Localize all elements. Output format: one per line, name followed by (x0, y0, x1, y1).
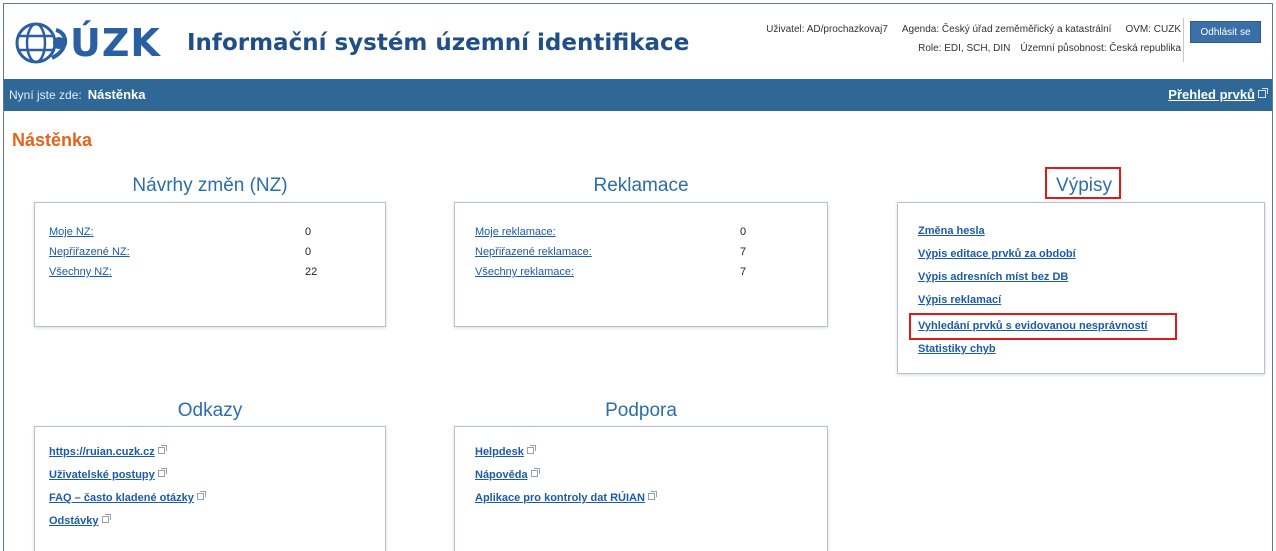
link-edit-report[interactable]: Výpis editace prvků za období (918, 248, 1076, 260)
globe-logo-icon (15, 22, 68, 64)
reklamace-value-mine: 0 (740, 226, 747, 238)
nz-row-mine[interactable]: Moje NZ: (49, 226, 94, 238)
link-error-statistics[interactable]: Statistiky chyb (918, 343, 996, 355)
user-name: Uživatel: AD/prochazkovaj7 (766, 24, 888, 35)
logo-text: ÚZK (70, 21, 161, 65)
app-title: Informační systém územní identifikace (187, 30, 690, 56)
breadcrumb-current: Nástěnka (87, 87, 146, 102)
link-ruian-web[interactable]: https://ruian.cuzk.cz (49, 445, 167, 458)
breadcrumb: Nyní jste zde: Nástěnka (9, 79, 146, 111)
link-helpdesk[interactable]: Helpdesk (475, 445, 536, 458)
external-link-icon (157, 468, 167, 477)
panel-reklamace: Moje reklamace: 0 Nepřiřazené reklamace:… (454, 202, 828, 327)
user-role: Role: EDI, SCH, DIN (918, 43, 1011, 54)
link-outages-label: Odstávky (49, 515, 99, 527)
link-change-password[interactable]: Změna hesla (918, 225, 985, 237)
section-title-podpora: Podpora (605, 400, 677, 421)
page-title: Nástěnka (12, 130, 93, 150)
app-frame: ÚZK Informační systém územní identifikac… (3, 3, 1273, 551)
user-territory: Územní působnost: Česká republika (1020, 43, 1181, 54)
nz-value-unassigned: 0 (305, 246, 312, 258)
link-data-check-app-label: Aplikace pro kontroly dat RÚIAN (475, 492, 645, 504)
link-faq[interactable]: FAQ – často kladené otázky (49, 491, 206, 504)
nz-row-all[interactable]: Všechny NZ: (49, 266, 112, 278)
header: ÚZK Informační systém územní identifikac… (4, 4, 1272, 76)
overview-link[interactable]: Přehled prvků (1168, 79, 1268, 111)
reklamace-row-mine[interactable]: Moje reklamace: (475, 226, 556, 238)
reklamace-value-all: 7 (740, 266, 747, 278)
user-ovm: OVM: CUZK (1125, 24, 1181, 35)
external-link-icon (196, 491, 206, 500)
navigation-bar: Nyní jste zde: Nástěnka Přehled prvků (4, 79, 1272, 111)
link-user-guides-label: Uživatelské postupy (49, 469, 155, 481)
external-link-icon (1258, 88, 1268, 98)
link-user-guides[interactable]: Uživatelské postupy (49, 468, 167, 481)
overview-link-label: Přehled prvků (1168, 87, 1255, 102)
external-link-icon (101, 514, 111, 523)
user-info: Uživatel: AD/prochazkovaj7 Agenda: Český … (752, 20, 1181, 58)
link-help-label: Nápověda (475, 469, 528, 481)
panel-podpora: Helpdesk Nápověda Aplikace pro kontroly … (454, 426, 828, 551)
cuzk-logo[interactable]: ÚZK (12, 22, 161, 64)
external-link-icon (526, 445, 536, 454)
link-helpdesk-label: Helpdesk (475, 446, 524, 458)
reklamace-row-unassigned[interactable]: Nepřiřazené reklamace: (475, 246, 592, 258)
panel-nz: Moje NZ: 0 Nepřiřazené NZ: 0 Všechny NZ:… (34, 202, 386, 327)
section-title-reklamace: Reklamace (593, 175, 689, 196)
link-outages[interactable]: Odstávky (49, 514, 111, 527)
section-title-odkazy: Odkazy (177, 400, 243, 421)
panel-odkazy: https://ruian.cuzk.cz Uživatelské postup… (34, 426, 386, 551)
link-data-check-app[interactable]: Aplikace pro kontroly dat RÚIAN (475, 491, 657, 504)
external-link-icon (530, 468, 540, 477)
panel-vypisy: Změna hesla Výpis editace prvků za obdob… (897, 202, 1265, 374)
link-ruian-web-label: https://ruian.cuzk.cz (49, 446, 155, 458)
link-claims-report[interactable]: Výpis reklamací (918, 294, 1001, 306)
breadcrumb-label: Nyní jste zde: (9, 88, 82, 102)
highlight-box-vypisy-title (1045, 167, 1121, 199)
external-link-icon (647, 491, 657, 500)
reklamace-value-unassigned: 7 (740, 246, 747, 258)
nz-value-mine: 0 (305, 226, 312, 238)
header-divider (1183, 18, 1184, 62)
section-title-nz: Návrhy změn (NZ) (132, 175, 288, 196)
link-help[interactable]: Nápověda (475, 468, 540, 481)
reklamace-row-all[interactable]: Všechny reklamace: (475, 266, 574, 278)
highlight-box-search-link (909, 313, 1177, 340)
link-addresses-without-db[interactable]: Výpis adresních míst bez DB (918, 271, 1068, 283)
link-faq-label: FAQ – často kladené otázky (49, 492, 194, 504)
nz-row-unassigned[interactable]: Nepřiřazené NZ: (49, 246, 130, 258)
logout-button[interactable]: Odhlásit se (1190, 21, 1261, 43)
user-agenda: Agenda: Český úřad zeměměřický a katastr… (901, 24, 1112, 35)
nz-value-all: 22 (305, 266, 318, 278)
external-link-icon (157, 445, 167, 454)
